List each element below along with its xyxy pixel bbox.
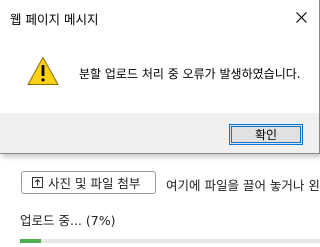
close-icon bbox=[295, 8, 307, 27]
attach-button-label: 사진 및 파일 첨부 bbox=[48, 176, 141, 191]
ok-button[interactable]: 확인 bbox=[229, 124, 303, 145]
web-page-message-dialog: 웹 페이지 메시지 분할 업로드 처리 중 오류가 발생하였습니다. 확인 bbox=[0, 0, 320, 154]
upload-icon bbox=[32, 177, 43, 188]
close-button[interactable] bbox=[291, 7, 311, 27]
dialog-title-bar[interactable]: 웹 페이지 메시지 bbox=[0, 0, 319, 33]
dialog-message: 분할 업로드 처리 중 오류가 발생하였습니다. bbox=[79, 67, 301, 81]
upload-progress-bar bbox=[20, 239, 320, 243]
dialog-content: 분할 업로드 처리 중 오류가 발생하였습니다. bbox=[0, 33, 319, 113]
upload-status-text: 업로드 중... (7%) bbox=[20, 213, 116, 228]
upload-progress-fill bbox=[20, 239, 41, 243]
attach-photo-file-button[interactable]: 사진 및 파일 첨부 bbox=[21, 171, 156, 194]
dialog-button-area: 확인 bbox=[0, 113, 319, 153]
warning-icon bbox=[27, 56, 59, 86]
drop-zone-hint: 여기에 파일을 끌어 놓거나 왼 bbox=[166, 178, 320, 193]
dialog-title: 웹 페이지 메시지 bbox=[10, 12, 99, 27]
